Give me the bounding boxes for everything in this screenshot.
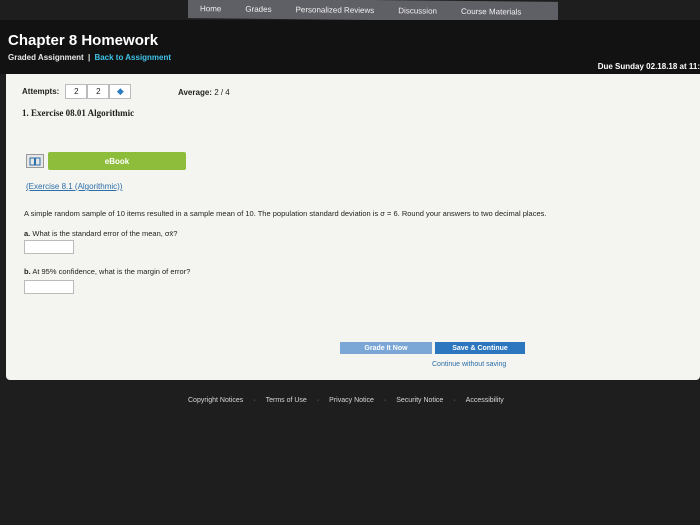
assignment-type: Graded Assignment: [8, 53, 84, 62]
question-part-b: b. At 95% confidence, what is the margin…: [24, 267, 190, 276]
ebook-button[interactable]: eBook: [48, 152, 186, 170]
attempts-row: Attempts: 2 2 ◆: [22, 84, 132, 99]
footer-security[interactable]: Security Notice: [396, 397, 443, 404]
attempts-select-icon[interactable]: ◆: [109, 84, 132, 99]
footer: Copyright Notices · Terms of Use · Priva…: [188, 397, 504, 404]
nav-home[interactable]: Home: [188, 4, 233, 13]
book-icon[interactable]: [26, 154, 44, 168]
part-a-letter: a.: [24, 229, 31, 238]
average: Average: 2 / 4: [178, 88, 230, 97]
nav-course-materials[interactable]: Course Materials: [449, 6, 533, 16]
footer-privacy[interactable]: Privacy Notice: [329, 397, 374, 404]
nav-grades[interactable]: Grades: [233, 4, 283, 14]
question-part-a: a. What is the standard error of the mea…: [24, 229, 177, 238]
footer-dot: ·: [316, 397, 320, 404]
back-to-assignment-link[interactable]: Back to Assignment: [94, 53, 171, 62]
footer-dot: ·: [453, 397, 456, 404]
part-a-text: What is the standard error of the mean, …: [32, 229, 178, 238]
part-b-text: At 95% confidence, what is the margin of…: [32, 267, 191, 276]
footer-dot: ·: [253, 397, 256, 404]
attempts-label: Attempts:: [22, 87, 60, 96]
part-b-letter: b.: [24, 267, 31, 276]
footer-accessibility[interactable]: Accessibility: [466, 397, 504, 404]
assignment-panel: Attempts: 2 2 ◆ Average: 2 / 4 1. Exerci…: [6, 74, 700, 380]
ebook-row: eBook: [26, 152, 186, 170]
save-continue-button[interactable]: Save & Continue: [435, 342, 525, 354]
nav-discussion[interactable]: Discussion: [386, 6, 449, 16]
answer-a-input[interactable]: [24, 240, 74, 254]
average-value: 2 / 4: [214, 88, 230, 97]
assignment-subtitle: Graded Assignment | Back to Assignment: [8, 53, 171, 62]
exercise-link[interactable]: (Exercise 8.1 (Algorithmic)): [26, 182, 122, 191]
footer-copyright[interactable]: Copyright Notices: [188, 397, 243, 404]
continue-without-saving-link[interactable]: Continue without saving: [432, 361, 506, 368]
grade-it-now-button[interactable]: Grade It Now: [340, 342, 432, 354]
answer-b-input[interactable]: [24, 280, 74, 294]
attempts-used: 2: [65, 84, 88, 99]
question-text: A simple random sample of 10 items resul…: [24, 209, 547, 218]
exercise-title: 1. Exercise 08.01 Algorithmic: [22, 108, 135, 118]
average-label: Average:: [178, 88, 212, 97]
footer-dot: ·: [383, 397, 387, 404]
subtitle-separator: |: [87, 53, 91, 62]
due-date: Due Sunday 02.18.18 at 11:: [597, 62, 700, 71]
nav-personalized-reviews[interactable]: Personalized Reviews: [284, 5, 387, 15]
top-nav: Home Grades Personalized Reviews Discuss…: [188, 0, 558, 22]
page-title: Chapter 8 Homework: [8, 32, 159, 49]
attempts-total: 2: [87, 84, 110, 99]
footer-terms[interactable]: Terms of Use: [266, 397, 307, 404]
